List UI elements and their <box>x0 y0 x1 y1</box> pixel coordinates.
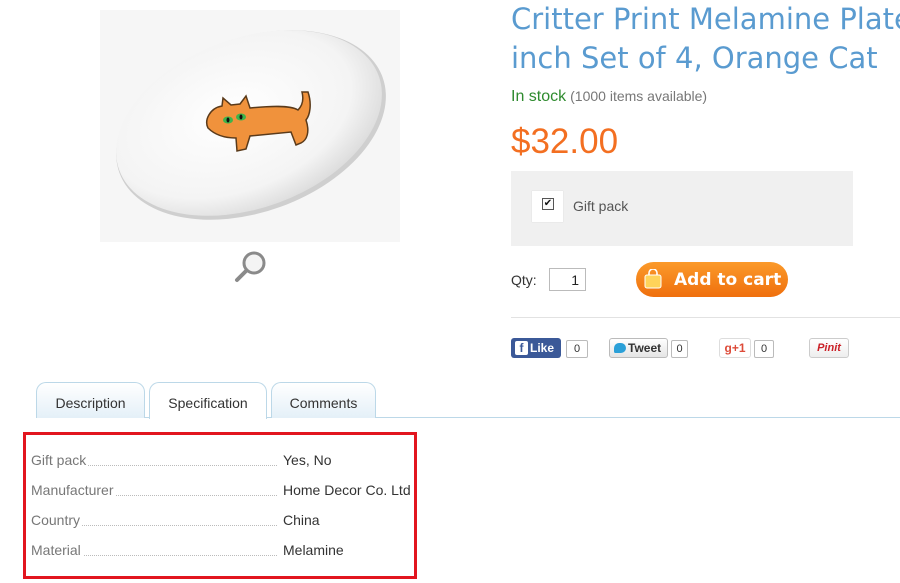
spec-value: Home Decor Co. Ltd <box>283 482 411 498</box>
stock-status: In stock (1000 items available) <box>511 88 707 106</box>
product-title: Critter Print Melamine Plate inch Set of… <box>511 0 900 76</box>
tab-description[interactable]: Description <box>36 382 145 418</box>
tab-comments[interactable]: Comments <box>271 382 376 418</box>
pin-it-button[interactable]: Pinit <box>809 338 849 358</box>
add-to-cart-label: Add to cart <box>674 270 782 290</box>
pinterest: Pinit <box>809 338 851 358</box>
tab-specification[interactable]: Specification <box>149 382 267 419</box>
specification-table: Gift pack Yes, No Manufacturer Home Deco… <box>23 432 417 579</box>
spec-row: Gift pack Yes, No <box>31 452 411 472</box>
product-title-line1: Critter Print Melamine Plate <box>511 2 900 36</box>
google-plus-count: 0 <box>754 340 774 358</box>
spec-name: Gift pack <box>31 452 89 468</box>
shopping-bag-icon <box>644 268 662 289</box>
spec-name: Country <box>31 512 83 528</box>
twitter-tweet: Tweet 0 <box>609 338 689 358</box>
tweet-button[interactable]: Tweet <box>609 338 668 358</box>
spec-value: China <box>283 512 320 528</box>
product-price: $32.00 <box>511 122 619 161</box>
facebook-like: f Like 0 <box>511 338 591 358</box>
gift-pack-label: Gift pack <box>573 198 629 214</box>
qty-input[interactable] <box>549 268 586 291</box>
facebook-like-button[interactable]: f Like <box>511 338 561 358</box>
tweet-label: Tweet <box>628 341 662 355</box>
magnifier-icon[interactable] <box>232 248 270 286</box>
twitter-bird-icon <box>614 343 626 353</box>
spec-row: Manufacturer Home Decor Co. Ltd <box>31 482 411 502</box>
divider <box>511 317 900 318</box>
check-icon: ✔ <box>542 198 554 210</box>
in-stock-label: In stock <box>511 88 567 105</box>
spec-row: Country China <box>31 512 411 532</box>
spec-name: Material <box>31 542 83 558</box>
items-available: (1000 items available) <box>570 88 708 104</box>
product-image[interactable] <box>100 10 400 242</box>
facebook-like-count: 0 <box>566 340 588 358</box>
spec-value: Yes, No <box>283 452 332 468</box>
qty-label: Qty: <box>511 272 537 288</box>
spec-name: Manufacturer <box>31 482 116 498</box>
tweet-count: 0 <box>671 340 688 358</box>
google-plus-button[interactable]: g+1 <box>719 338 751 358</box>
product-options: ✔ Gift pack <box>511 171 853 246</box>
google-plus: g+1 0 <box>719 338 779 358</box>
spec-row: Material Melamine <box>31 542 411 562</box>
gift-pack-checkbox[interactable]: ✔ <box>532 191 563 222</box>
facebook-icon: f <box>515 341 528 355</box>
spec-value: Melamine <box>283 542 344 558</box>
add-to-cart-button[interactable]: Add to cart <box>636 262 788 297</box>
product-title-line2: inch Set of 4, Orange Cat <box>511 41 878 75</box>
facebook-like-label: Like <box>530 341 555 355</box>
